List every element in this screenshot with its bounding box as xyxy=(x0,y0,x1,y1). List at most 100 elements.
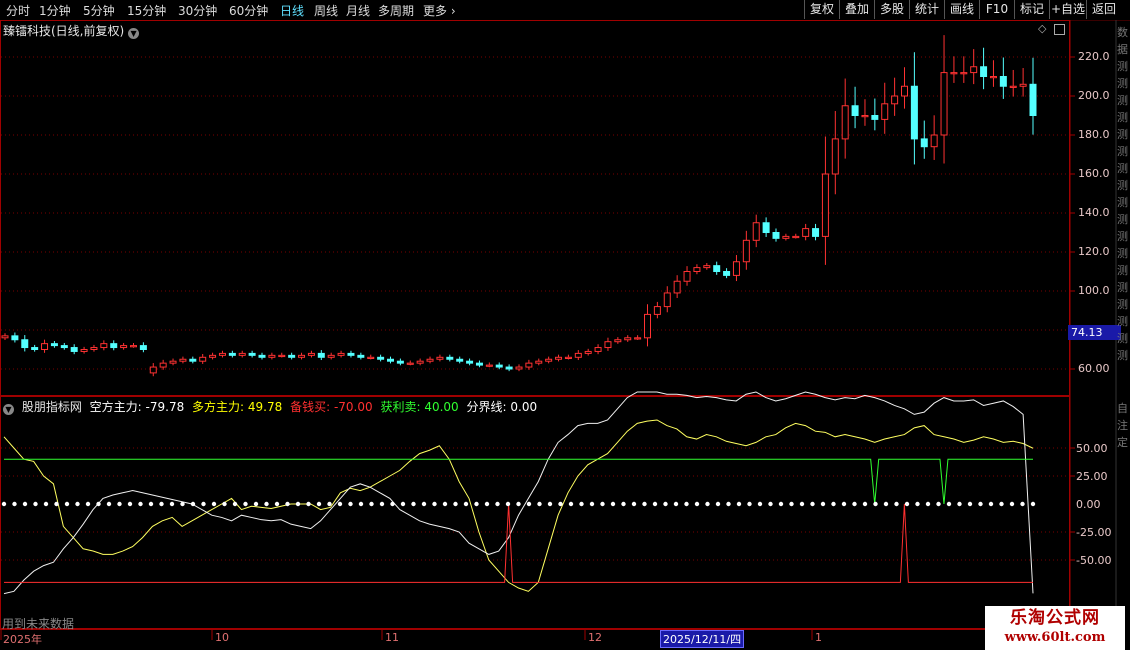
boundary-dot xyxy=(400,501,406,507)
candle-body xyxy=(871,115,879,120)
boundary-dot xyxy=(295,501,301,507)
diamond-icon[interactable]: ◇ xyxy=(1038,22,1046,35)
boundary-dot xyxy=(1009,501,1015,507)
boundary-dot xyxy=(117,501,122,507)
candle-body xyxy=(396,360,404,364)
boundary-dot xyxy=(148,501,154,507)
boundary-dot xyxy=(652,501,658,507)
indicator-name[interactable]: 股朋指标网 xyxy=(22,400,82,414)
boundary-dot xyxy=(526,501,532,507)
candle-body xyxy=(821,173,829,237)
chart-canvas[interactable] xyxy=(0,0,1130,650)
candle-body xyxy=(179,358,187,362)
main-chart-frame xyxy=(0,20,1070,396)
candle-body xyxy=(60,345,68,349)
boundary-dot xyxy=(306,501,311,507)
boundary-dot xyxy=(106,501,112,507)
date-label: 12 xyxy=(588,631,602,644)
boundary-dot xyxy=(232,501,238,507)
candle-body xyxy=(367,356,375,359)
candle-body xyxy=(298,354,306,358)
boundary-dot xyxy=(999,501,1004,507)
candle-body xyxy=(950,72,958,75)
stock-title-text: 臻镭科技(日线,前复权) xyxy=(3,24,125,38)
candle-body xyxy=(584,350,592,354)
candle-body xyxy=(416,360,424,364)
candle-body xyxy=(347,352,355,356)
indicator-tick: -25.00 xyxy=(1076,526,1112,539)
candle-body xyxy=(673,280,681,294)
candle-body xyxy=(436,356,444,360)
candle-body xyxy=(11,335,19,341)
chevron-down-icon[interactable]: ▼ xyxy=(3,404,14,415)
candle-body xyxy=(594,347,602,352)
candle-body xyxy=(120,345,128,349)
boundary-dot xyxy=(463,501,469,507)
candle-body xyxy=(1,335,9,339)
candle-body xyxy=(831,138,839,175)
boundary-dot xyxy=(799,501,805,507)
candle-body xyxy=(901,85,908,97)
candle-body xyxy=(653,306,661,315)
boundary-dot xyxy=(894,501,899,507)
boundary-dot xyxy=(43,501,49,507)
right-info-strip: 数据测测测测测测测测测测测测测测测测测测 xyxy=(1117,26,1128,362)
boundary-dot xyxy=(190,501,196,507)
boundary-dot xyxy=(589,501,595,507)
boundary-dot xyxy=(757,501,763,507)
boundary-dot xyxy=(358,501,364,507)
right-info-strip-lower: 自注定 xyxy=(1117,402,1128,449)
candle-body xyxy=(278,354,286,358)
date-label: 2025年 xyxy=(3,633,42,646)
stock-title[interactable]: 臻镭科技(日线,前复权) ▼ xyxy=(3,22,140,39)
candle-body xyxy=(317,352,325,358)
boundary-dot xyxy=(988,501,994,507)
candle-body xyxy=(555,356,563,360)
chevron-down-icon[interactable]: ▼ xyxy=(128,28,140,39)
boundary-dot xyxy=(736,501,742,507)
candle-body xyxy=(683,271,691,282)
candle-body xyxy=(644,313,651,339)
profit-sell-line xyxy=(4,458,1033,505)
boundary-dot xyxy=(1020,501,1025,507)
candle-body xyxy=(209,354,217,358)
candle-body xyxy=(940,72,948,136)
candle-body xyxy=(762,222,770,233)
boundary-dot xyxy=(33,501,38,507)
boundary-dot xyxy=(904,501,910,507)
boundary-dot xyxy=(936,501,941,507)
candle-body xyxy=(218,352,226,356)
short-main-line xyxy=(3,391,1034,595)
maximize-icon[interactable] xyxy=(1054,24,1065,35)
indicator-value-0: 空方主力: -79.78 xyxy=(89,400,185,414)
date-label: 11 xyxy=(385,631,399,644)
candle-body xyxy=(446,356,454,360)
watermark-url: www.60lt.com xyxy=(1004,630,1106,645)
boundary-dot xyxy=(925,501,931,507)
candle-body xyxy=(1029,83,1037,117)
boundary-dot xyxy=(883,501,889,507)
price-tick: 200.0 xyxy=(1078,89,1110,102)
candle-body xyxy=(634,337,642,340)
boundary-dot xyxy=(516,501,521,507)
candle-body xyxy=(861,115,869,118)
boundary-dot xyxy=(610,501,616,507)
boundary-dot xyxy=(96,501,101,507)
boundary-dot xyxy=(631,501,637,507)
candle-body xyxy=(70,347,78,352)
candle-body xyxy=(505,366,513,370)
candle-body xyxy=(545,358,553,362)
boundary-dot xyxy=(915,501,920,507)
candle-body xyxy=(564,356,572,359)
candle-body xyxy=(742,239,750,263)
candle-body xyxy=(248,352,256,356)
boundary-dot xyxy=(547,501,553,507)
candle-body xyxy=(812,228,820,237)
boundary-dot xyxy=(705,501,710,507)
date-label: 1 xyxy=(815,631,822,644)
boundary-dot xyxy=(379,501,385,507)
indicator-tick: 0.00 xyxy=(1076,498,1101,511)
boundary-dot xyxy=(568,501,574,507)
boundary-dot xyxy=(390,501,395,507)
boundary-dot xyxy=(12,501,17,507)
